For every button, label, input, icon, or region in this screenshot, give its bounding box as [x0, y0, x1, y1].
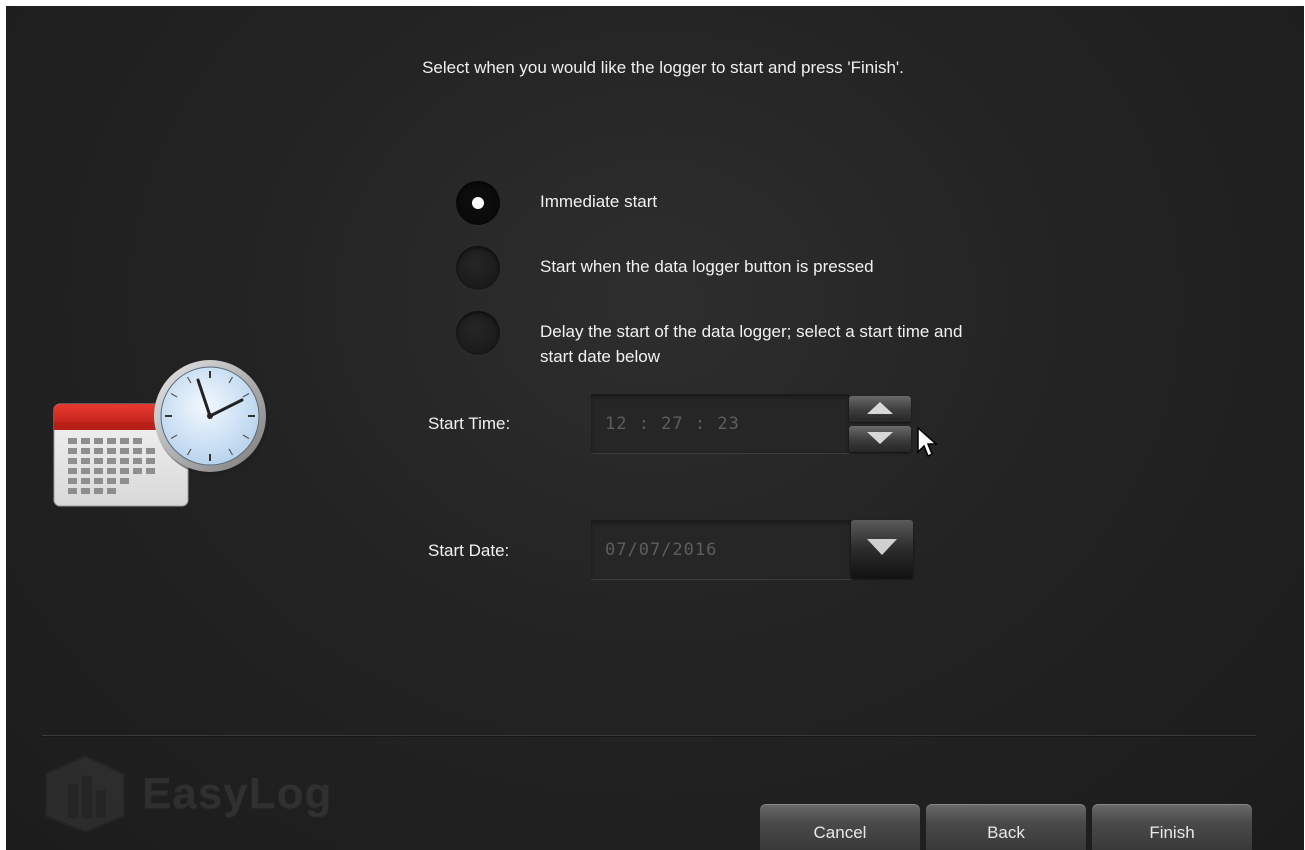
radio-selected-dot: [472, 197, 484, 209]
option-label: Start when the data logger button is pre…: [540, 257, 874, 276]
cancel-button[interactable]: Cancel: [760, 804, 920, 850]
mouse-pointer-icon: [917, 426, 938, 458]
start-time-value: 12 : 27 : 23: [605, 414, 740, 434]
option-immediate-start[interactable]: Immediate start: [456, 181, 1000, 225]
finish-button[interactable]: Finish: [1092, 804, 1252, 850]
instruction-text: Select when you would like the logger to…: [422, 58, 904, 77]
start-time-input[interactable]: 12 : 27 : 23: [591, 394, 849, 454]
option-label: Delay the start of the data logger; sele…: [540, 322, 963, 366]
logo-text: EasyLog: [142, 769, 333, 818]
radio-button-start[interactable]: [456, 246, 500, 290]
start-time-label: Start Time:: [428, 414, 511, 433]
wizard-window: Select when you would like the logger to…: [6, 6, 1304, 850]
option-button-start[interactable]: Start when the data logger button is pre…: [456, 246, 1000, 290]
start-time-down-button[interactable]: [849, 426, 911, 452]
radio-delayed-start[interactable]: [456, 311, 500, 355]
start-date-dropdown-button[interactable]: [851, 520, 913, 578]
easylog-logo-icon: [45, 754, 125, 834]
start-date-label: Start Date:: [428, 541, 510, 560]
start-date-input[interactable]: 07/07/2016: [591, 520, 851, 580]
radio-immediate-start[interactable]: [456, 181, 500, 225]
option-label: Immediate start: [540, 192, 658, 211]
footer-divider: [42, 735, 1256, 737]
start-date-value: 07/07/2016: [605, 540, 718, 560]
triangle-down-icon: [867, 432, 893, 444]
triangle-down-icon: [867, 539, 897, 555]
start-time-up-button[interactable]: [849, 396, 911, 422]
option-delayed-start[interactable]: Delay the start of the data logger; sele…: [456, 311, 970, 369]
triangle-up-icon: [867, 402, 893, 414]
calendar-clock-icon: [53, 360, 269, 507]
back-button[interactable]: Back: [926, 804, 1086, 850]
easylog-logo: EasyLog: [42, 754, 332, 834]
